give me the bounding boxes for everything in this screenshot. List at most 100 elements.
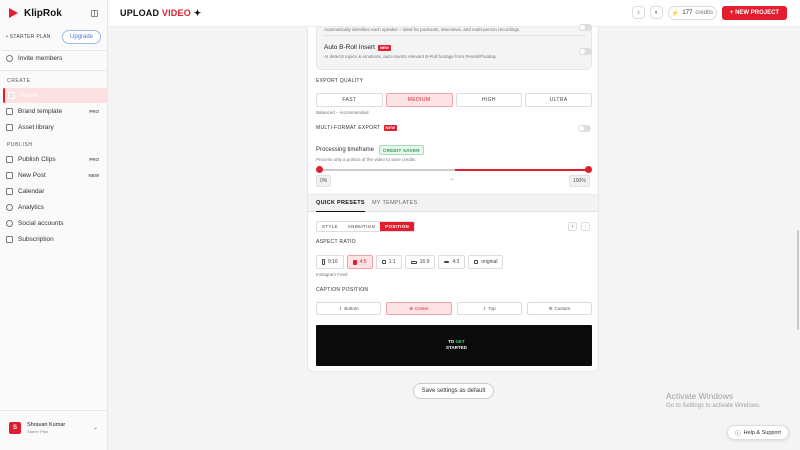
sidebar-item-brand-template[interactable]: Brand template PRO: [3, 104, 108, 119]
avatar: S: [9, 422, 21, 434]
help-support-button[interactable]: ⓘ Help & Support: [727, 425, 789, 440]
quality-high-option[interactable]: HIGH: [455, 93, 523, 107]
speaker-toggle[interactable]: [579, 24, 592, 31]
broll-toggle[interactable]: [579, 48, 592, 55]
sidebar-item-analytics[interactable]: Analytics: [3, 200, 108, 215]
edit-icon: [6, 172, 13, 179]
divider: [0, 70, 108, 71]
chevron-down-icon: ⌄: [92, 425, 98, 431]
segment-style[interactable]: STYLE: [317, 222, 343, 231]
brand[interactable]: KlipRok: [9, 8, 62, 19]
user-info: Shravan Kumar Starter Plan: [27, 422, 65, 434]
position-custom-option[interactable]: ⚙ Custom: [526, 302, 592, 315]
divider: [0, 410, 108, 411]
broll-desc: AI detects topics & emotions, auto-inser…: [324, 54, 497, 59]
timeframe-start-handle[interactable]: [316, 166, 323, 173]
watermark-subtitle: Go to Settings to activate Windows.: [666, 403, 761, 409]
aspect-original-option[interactable]: original: [468, 255, 504, 269]
page-scrollbar[interactable]: [797, 230, 799, 330]
sidebar-item-publish-clips[interactable]: Publish Clips PRO: [3, 152, 108, 167]
aspect-label: 4:3: [452, 259, 460, 265]
user-plus-icon: [6, 55, 13, 62]
create-section-label: CREATE: [7, 78, 31, 84]
chevron-right-icon[interactable]: ›: [581, 222, 590, 231]
sidebar-collapse-icon[interactable]: [91, 10, 98, 17]
preview-word: TO: [448, 339, 455, 344]
title-main: UPLOAD: [120, 8, 162, 18]
preview-caption-text: TO GET STARTED: [446, 339, 467, 350]
sidebar-item-home[interactable]: Home: [3, 88, 108, 103]
segment-position[interactable]: POSITION: [380, 222, 415, 231]
upgrade-button[interactable]: Upgrade: [61, 30, 101, 44]
new-badge: NEW: [383, 125, 398, 131]
preview-highlight-word: GET: [455, 339, 465, 344]
chevron-left-icon[interactable]: ‹: [568, 222, 577, 231]
processing-label: Processing timeframe: [316, 147, 375, 153]
plan-row: • STARTER PLAN Upgrade: [6, 30, 101, 44]
presets-tabs: QUICK PRESETS MY TEMPLATES: [308, 194, 598, 212]
theme-toggle-icon[interactable]: ◐: [650, 6, 663, 19]
page-title: UPLOAD VIDEO ✦: [120, 8, 201, 19]
position-center-option[interactable]: ⊕ Center: [386, 302, 452, 315]
sidebar-item-label: Asset library: [18, 124, 54, 131]
arrow-down-icon: ⇩: [338, 305, 343, 311]
aspect-9-16-option[interactable]: 9:16: [316, 255, 344, 269]
sidebar-item-subscription[interactable]: Subscription: [3, 232, 108, 247]
quality-fast-option[interactable]: FAST: [316, 93, 383, 107]
home-icon: [8, 92, 15, 99]
sidebar-item-social-accounts[interactable]: Social accounts: [3, 216, 108, 231]
user-menu[interactable]: S Shravan Kumar Starter Plan ⌄: [0, 418, 108, 438]
sidebar-item-label: Home: [20, 92, 38, 99]
pro-tag: PRO: [89, 109, 99, 114]
sidebar-item-asset-library[interactable]: Asset library: [3, 120, 108, 135]
caption-position-options: ⇩ Bottom ⊕ Center ⇧ Top ⚙ Custom: [316, 302, 592, 315]
aspect-4-5-option[interactable]: 4:5: [346, 255, 373, 269]
portrait-icon: [322, 259, 325, 265]
globe-icon: [6, 220, 13, 227]
export-quality-heading: EXPORT QUALITY: [316, 78, 364, 84]
square-icon: [381, 260, 386, 264]
new-project-button[interactable]: + NEW PROJECT: [722, 6, 787, 20]
invite-members-button[interactable]: Invite members: [3, 51, 108, 66]
aspect-ratio-options: 9:16 4:5 1:1 16:9 4:3 original: [316, 255, 504, 269]
bell-icon[interactable]: ♪: [632, 6, 645, 19]
new-tag: NEW: [88, 173, 100, 178]
target-icon: ⊕: [409, 305, 413, 311]
brand-name: KlipRok: [24, 8, 62, 19]
header: UPLOAD VIDEO ✦ ♪ ◐ ⚡ 177 credits + NEW P…: [108, 0, 800, 27]
position-bottom-option[interactable]: ⇩ Bottom: [316, 302, 382, 315]
quality-ultra-option[interactable]: ULTRA: [525, 93, 592, 107]
bolt-icon: ⚡: [671, 10, 680, 17]
save-default-button[interactable]: Save settings as default: [413, 383, 494, 399]
sparkle-icon: ✦: [190, 8, 202, 18]
sidebar-item-label: Publish Clips: [18, 156, 56, 163]
new-badge: NEW: [377, 44, 391, 51]
sidebar-item-new-post[interactable]: New Post NEW: [3, 168, 108, 183]
aspect-16-9-option[interactable]: 16:9: [404, 255, 436, 269]
timeframe-end-handle[interactable]: [585, 166, 592, 173]
portrait-icon: [352, 259, 357, 265]
timeframe-slider-fill: [455, 169, 589, 171]
position-label: Custom: [554, 306, 571, 311]
aspect-label: 1:1: [388, 259, 396, 265]
multi-format-toggle[interactable]: [578, 125, 591, 132]
position-top-option[interactable]: ⇧ Top: [456, 302, 522, 315]
aspect-4-3-option[interactable]: 4:3: [438, 255, 466, 269]
help-icon: ⓘ: [735, 430, 741, 437]
preset-category-segment: STYLE ANIMATION POSITION: [316, 221, 416, 232]
aspect-label: original: [481, 259, 498, 265]
timeframe-end-value: 100%: [569, 175, 590, 187]
credit-saver-badge: CREDIT SAVER: [379, 145, 424, 155]
sidebar-item-label: New Post: [18, 172, 46, 179]
sidebar-item-calendar[interactable]: Calendar: [3, 184, 108, 199]
quality-medium-option[interactable]: MEDIUM: [385, 93, 453, 107]
multi-format-label: MULTI-FORMAT EXPORT: [316, 125, 381, 131]
aspect-1-1-option[interactable]: 1:1: [375, 255, 402, 269]
segment-animation[interactable]: ANIMATION: [343, 222, 380, 231]
tab-quick-presets[interactable]: QUICK PRESETS: [316, 200, 365, 212]
aspect-note: Instagram Feed: [316, 272, 348, 277]
credits-badge[interactable]: ⚡ 177 credits: [668, 6, 717, 20]
credit-card-icon: [6, 236, 13, 243]
send-icon: [6, 156, 13, 163]
tab-my-templates[interactable]: MY TEMPLATES: [372, 200, 417, 206]
